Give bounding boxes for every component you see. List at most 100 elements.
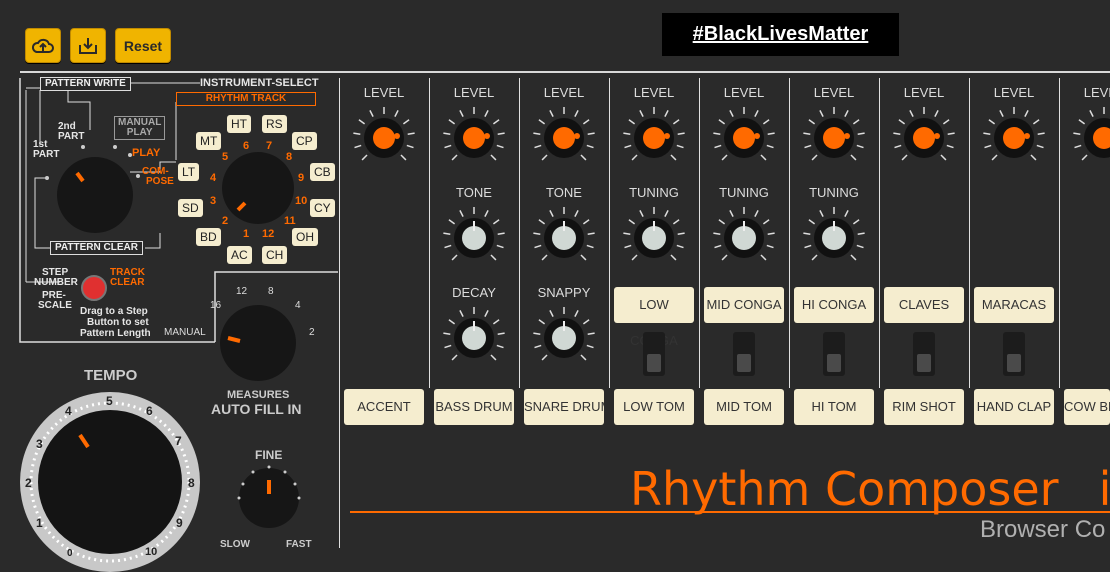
channel-8-level-label: LEVEL [1083, 85, 1110, 100]
channel-7-level-knob[interactable] [979, 103, 1049, 173]
track-num-11: 11 [284, 215, 296, 227]
tempo-mark-8: 8 [188, 476, 195, 490]
inst-oh[interactable]: OH [292, 228, 318, 246]
inst-mt[interactable]: MT [196, 132, 222, 150]
track-num-12: 12 [262, 228, 275, 240]
channel-6-pad[interactable]: RIM SHOT [884, 389, 964, 425]
channel-divider [519, 78, 520, 388]
fast-label: FAST [286, 539, 312, 550]
drag-hint-2: Button to set [87, 317, 149, 328]
tempo-mark-7: 7 [175, 434, 182, 448]
channel-4-level-label: LEVEL [723, 85, 765, 100]
channel-1-level-knob[interactable] [439, 103, 509, 173]
inst-ch[interactable]: CH [262, 246, 288, 264]
channel-2-mid-knob[interactable] [529, 203, 599, 273]
channel-2-mid-label: TONE [546, 185, 582, 200]
channel-2-low-knob[interactable] [529, 303, 599, 373]
channel-1-level-label: LEVEL [453, 85, 495, 100]
channel-divider [879, 78, 880, 388]
channel-5-switch[interactable] [823, 332, 845, 376]
inst-cp[interactable]: CP [292, 132, 317, 150]
step-number-label-2: NUMBER [34, 277, 78, 288]
channel-2-pad[interactable]: SNARE DRUM [524, 389, 604, 425]
drag-hint-3: Pattern Length [80, 328, 151, 339]
instrument-select-label: INSTRUMENT-SELECT [200, 77, 319, 89]
tempo-mark-9: 9 [176, 516, 183, 530]
inst-lt[interactable]: LT [178, 163, 200, 181]
measures-knob[interactable] [218, 303, 298, 383]
channel-divider [429, 78, 430, 388]
channel-7-switch[interactable] [1003, 332, 1025, 376]
channel-2-low-label: SNAPPY [537, 285, 591, 300]
inst-rs[interactable]: RS [262, 115, 287, 133]
tempo-knob[interactable] [20, 392, 200, 572]
channel-5-pad[interactable]: HI TOM [794, 389, 874, 425]
inst-cb[interactable]: CB [310, 163, 335, 181]
channel-7-level-label: LEVEL [993, 85, 1035, 100]
track-clear-label-2: CLEAR [110, 277, 145, 288]
channel-1-mid-label: TONE [456, 185, 492, 200]
channel-3-mid-knob[interactable] [619, 203, 689, 273]
channel-7-alt-pad[interactable]: MARACAS [974, 287, 1054, 323]
auto-fill-in-label: AUTO FILL IN [211, 401, 302, 417]
inst-ac[interactable]: AC [227, 246, 252, 264]
channel-4-mid-label: TUNING [719, 185, 769, 200]
track-num-8: 8 [286, 151, 293, 163]
channel-1-pad[interactable]: BASS DRUM [434, 389, 514, 425]
channel-7-pad[interactable]: HAND CLAP [974, 389, 1054, 425]
channel-6-switch[interactable] [913, 332, 935, 376]
track-num-7: 7 [266, 140, 273, 152]
track-num-3: 3 [210, 195, 217, 207]
channel-4-mid-knob[interactable] [709, 203, 779, 273]
track-num-4: 4 [210, 172, 217, 184]
track-num-10: 10 [295, 195, 308, 207]
fine-knob[interactable] [237, 465, 301, 530]
channel-6-alt-pad[interactable]: CLAVES [884, 287, 964, 323]
track-num-6: 6 [243, 140, 250, 152]
channel-5-level-knob[interactable] [799, 103, 869, 173]
channel-4-alt-pad[interactable]: MID CONGA [704, 287, 784, 323]
track-num-5: 5 [222, 151, 229, 163]
channel-0-pad[interactable]: ACCENT [344, 389, 424, 425]
mode-knob-dots [45, 145, 140, 180]
channel-1-low-label: DECAY [452, 285, 496, 300]
pattern-clear-label: PATTERN CLEAR [50, 241, 143, 255]
channel-3-level-knob[interactable] [619, 103, 689, 173]
tempo-label: TEMPO [84, 367, 138, 384]
inst-cy[interactable]: CY [310, 199, 335, 217]
channel-8-level-knob[interactable] [1069, 103, 1110, 173]
track-clear-button[interactable] [80, 274, 108, 302]
channel-2-level-knob[interactable] [529, 103, 599, 173]
channel-0-level-label: LEVEL [363, 85, 405, 100]
channel-4-pad[interactable]: MID TOM [704, 389, 784, 425]
channel-1-mid-knob[interactable] [439, 203, 509, 273]
inst-bd[interactable]: BD [196, 228, 221, 246]
channel-5-mid-knob[interactable] [799, 203, 869, 273]
channel-6-level-knob[interactable] [889, 103, 959, 173]
channel-divider [969, 78, 970, 388]
inst-sd[interactable]: SD [178, 199, 203, 217]
channel-5-alt-pad[interactable]: HI CONGA [794, 287, 874, 323]
tempo-mark-6: 6 [146, 404, 153, 418]
tempo-mark-3: 3 [36, 437, 43, 451]
black-lives-matter-link[interactable]: #BlackLivesMatter [662, 13, 899, 56]
channel-1-low-knob[interactable] [439, 303, 509, 373]
channel-5-level-label: LEVEL [813, 85, 855, 100]
channel-3-pad[interactable]: LOW TOM [614, 389, 694, 425]
channel-4-level-knob[interactable] [709, 103, 779, 173]
channel-4-switch[interactable] [733, 332, 755, 376]
tempo-mark-4: 4 [65, 404, 72, 418]
channel-3-switch[interactable] [643, 332, 665, 376]
channel-3-alt-pad[interactable]: LOW CONGA [614, 287, 694, 348]
measures-12: 12 [236, 286, 248, 297]
inst-ht[interactable]: HT [227, 115, 251, 133]
drag-hint-1: Drag to a Step [80, 306, 148, 317]
slow-label: SLOW [220, 539, 250, 550]
channel-2-level-label: LEVEL [543, 85, 585, 100]
channel-3-mid-label: TUNING [629, 185, 679, 200]
channel-0-level-knob[interactable] [349, 103, 419, 173]
track-num-2: 2 [222, 215, 229, 227]
measures-label: MEASURES [227, 389, 290, 401]
channel-8-pad[interactable]: COW BELL [1064, 389, 1110, 425]
tempo-mark-2: 2 [25, 476, 32, 490]
